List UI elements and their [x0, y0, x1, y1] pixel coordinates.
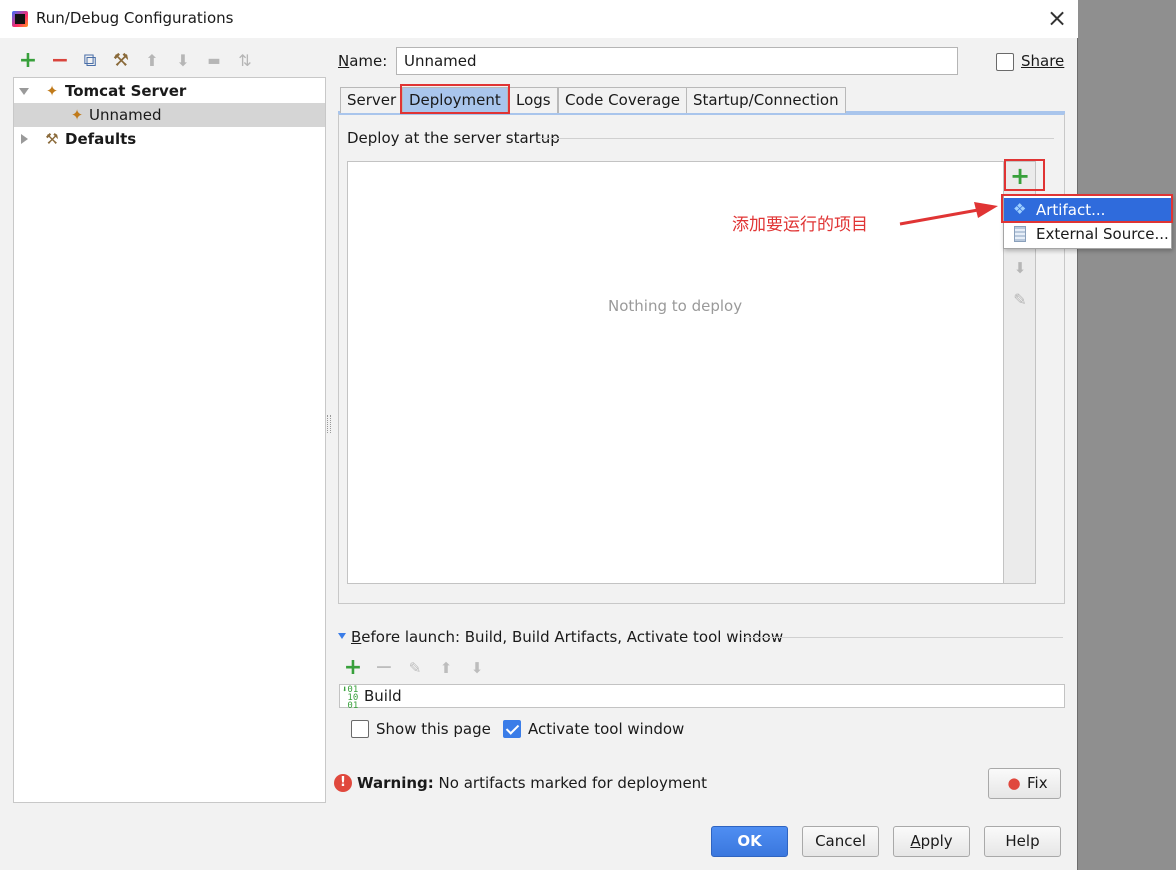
tab-logs[interactable]: Logs [509, 87, 558, 113]
tree-item-unnamed[interactable]: ✦ Unnamed [14, 103, 325, 127]
copy-configuration-icon[interactable]: ⧉ [79, 50, 101, 72]
empty-deploy-text: Nothing to deploy [608, 297, 743, 315]
edit-defaults-icon[interactable]: ⚒ [110, 50, 132, 72]
activate-tool-window-checkbox[interactable] [503, 720, 521, 738]
collapse-arrow-icon[interactable] [21, 134, 28, 144]
folder-icon[interactable]: ▬ [203, 50, 225, 72]
highlight-box-add-button [1004, 159, 1045, 191]
tree-item-label: Defaults [65, 130, 137, 148]
show-page-checkbox[interactable] [351, 720, 369, 738]
task-list[interactable]: ⬇01 10 01 Build [339, 684, 1065, 711]
add-configuration-button[interactable]: + [17, 50, 39, 72]
add-task-button[interactable]: + [342, 656, 364, 680]
apply-button[interactable]: Apply [893, 826, 970, 857]
tree-item-defaults[interactable]: ⚒ Defaults [14, 127, 325, 151]
sort-icon[interactable]: ⇅ [234, 50, 256, 72]
move-down-icon[interactable]: ⬇ [172, 50, 194, 72]
annotation-text: 添加要运行的项目 [732, 215, 868, 235]
edit-task-icon[interactable]: ✎ [404, 657, 426, 679]
remove-task-button[interactable]: − [373, 656, 395, 680]
tab-server[interactable]: Server [340, 87, 404, 113]
fix-bulb-icon: ● [1007, 774, 1021, 792]
fix-button[interactable]: ● Fix [988, 768, 1061, 799]
cancel-button[interactable]: Cancel [802, 826, 879, 857]
defaults-wrench-icon: ⚒ [45, 130, 59, 148]
tab-code-coverage[interactable]: Code Coverage [558, 87, 688, 113]
before-launch-collapse-icon[interactable] [338, 633, 346, 639]
fix-label: Fix [1027, 774, 1048, 792]
tab-startup-connection[interactable]: Startup/Connection [686, 87, 846, 113]
move-down-deploy-icon[interactable]: ⬇ [1010, 259, 1030, 279]
menu-item-external-source[interactable]: External Source... [1004, 222, 1171, 246]
activate-tool-window-label: Activate tool window [528, 720, 685, 738]
splitter-handle[interactable] [327, 415, 331, 433]
tree-item-label: Unnamed [89, 106, 162, 124]
name-input[interactable] [396, 47, 958, 75]
section-separator [538, 138, 1054, 139]
warning-icon: ! [334, 774, 352, 792]
tree-item-tomcat-server[interactable]: ✦ Tomcat Server [14, 79, 325, 103]
tomcat-icon: ✦ [70, 106, 84, 124]
title-bar: Run/Debug Configurations × [0, 0, 1078, 38]
tomcat-icon: ✦ [45, 82, 59, 100]
warning-message: Warning: No artifacts marked for deploym… [357, 774, 708, 792]
annotation-arrow [899, 202, 998, 226]
task-down-icon[interactable]: ⬇ [466, 657, 488, 679]
external-source-icon [1014, 226, 1026, 242]
edit-deploy-icon[interactable]: ✎ [1010, 290, 1030, 310]
build-icon: ⬇01 10 01 [342, 685, 359, 711]
run-debug-dialog: Run/Debug Configurations × + − ⧉ ⚒ ⬆ ⬇ ▬… [0, 0, 1078, 870]
configuration-tree: ✦ Tomcat Server ✦ Unnamed ⚒ Defaults [13, 77, 326, 803]
share-checkbox[interactable] [996, 53, 1014, 71]
help-button[interactable]: Help [984, 826, 1061, 857]
remove-configuration-button[interactable]: − [49, 50, 71, 72]
show-page-label: Show this page [376, 720, 491, 738]
highlight-box-deployment-tab [400, 84, 510, 114]
deploy-section-title: Deploy at the server startup [347, 129, 560, 147]
intellij-app-icon [12, 11, 28, 27]
expand-arrow-icon[interactable] [19, 88, 29, 95]
before-launch-title: Before launch: Build, Build Artifacts, A… [351, 628, 784, 646]
close-icon[interactable]: × [1043, 4, 1071, 32]
task-up-icon[interactable]: ⬆ [435, 657, 457, 679]
window-title: Run/Debug Configurations [36, 9, 234, 27]
before-launch-separator [744, 637, 1063, 638]
move-up-icon[interactable]: ⬆ [141, 50, 163, 72]
share-label: Share [1021, 52, 1065, 70]
tree-item-label: Tomcat Server [65, 82, 187, 100]
highlight-box-artifact [1001, 194, 1173, 223]
task-label: Build [364, 687, 402, 705]
ok-button[interactable]: OK [711, 826, 788, 857]
name-label: Name: [338, 52, 388, 70]
